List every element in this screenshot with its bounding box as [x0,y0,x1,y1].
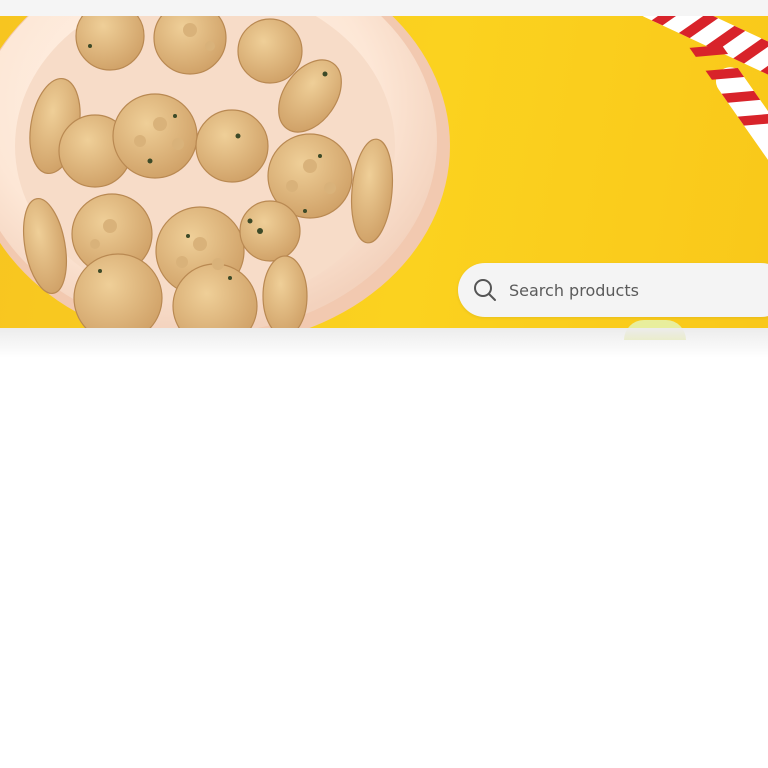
dog-biscuits-bowl-image [0,16,450,328]
hero-bottom-shadow [0,328,768,358]
top-strip [0,0,768,16]
hero-banner [0,16,768,328]
rope-toy-image [636,16,768,188]
page [0,0,768,768]
search-icon[interactable] [473,278,497,302]
search-bar[interactable] [458,263,768,317]
search-input[interactable] [507,274,768,306]
